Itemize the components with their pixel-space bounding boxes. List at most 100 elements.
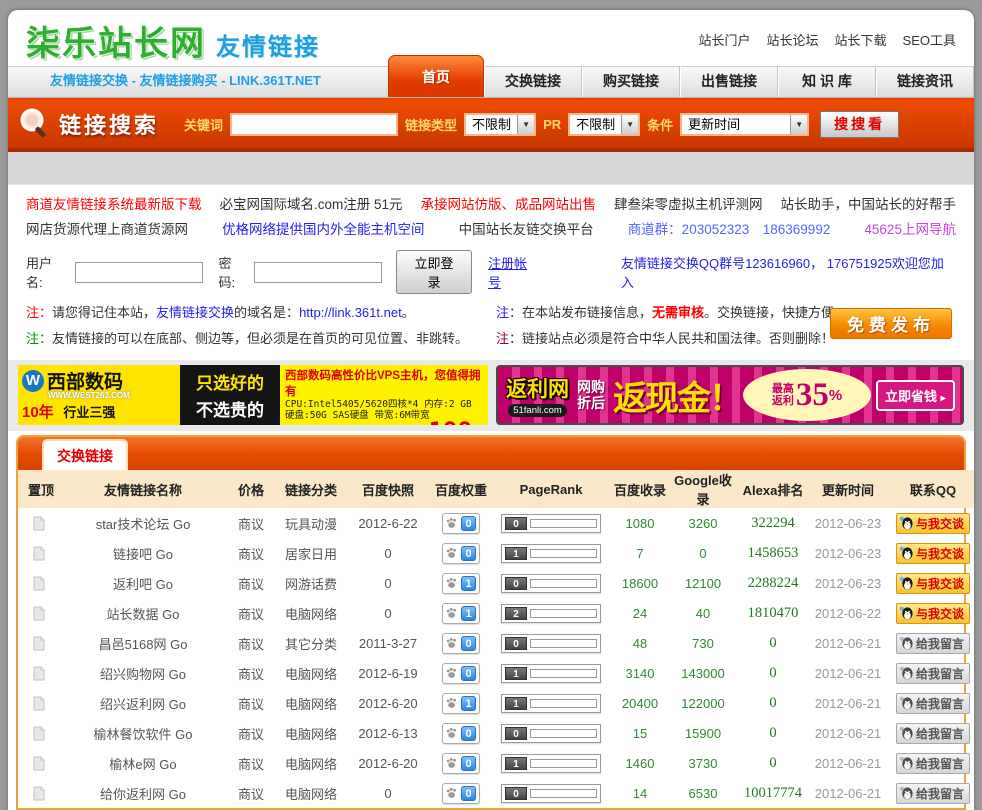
google-index-cell: 143000	[670, 658, 736, 688]
west263-banner-ad[interactable]: W 西部数码 WWW.WEST263.COM 10年 行业三强 只选好的 不选贵…	[18, 365, 488, 425]
qq-contact-button[interactable]: 给我留言	[896, 783, 970, 804]
chevron-down-icon[interactable]: ▼	[790, 115, 807, 134]
nav-tab[interactable]: 首页	[388, 55, 484, 97]
site-link[interactable]: 绍兴购物网 Go	[100, 667, 186, 682]
baidu-weight-badge[interactable]: 0	[442, 633, 480, 654]
baidu-weight-badge[interactable]: 1	[442, 573, 480, 594]
baidu-weight-badge[interactable]: 1	[442, 693, 480, 714]
chevron-down-icon[interactable]: ▼	[621, 115, 638, 134]
notice-link[interactable]: 优格网络提供国内外全能主机空间	[222, 217, 425, 242]
qq-penguin-icon	[899, 576, 914, 591]
baidu-weight-badge[interactable]: 0	[442, 783, 480, 804]
category-cell: 电脑网络	[276, 778, 346, 808]
column-header: 友情链接名称	[60, 470, 226, 508]
site-link[interactable]: 链接吧 Go	[113, 547, 173, 562]
register-link[interactable]: 注册帐号	[488, 253, 540, 291]
pagerank-widget: 0	[501, 514, 601, 533]
note-segment: 。	[402, 305, 415, 320]
username-field[interactable]	[75, 262, 203, 283]
page-icon	[32, 606, 46, 621]
notes-section: 注：请您得记住本站，友情链接交换的域名是：http://link.361t.ne…	[8, 298, 974, 360]
breadcrumb[interactable]: 友情链接交换 - 友情链接购买 - LINK.361T.NET	[8, 70, 321, 97]
site-logo: 柒乐站长网 友情链接	[26, 16, 320, 66]
page-icon	[32, 636, 46, 651]
baidu-weight-badge[interactable]: 0	[442, 513, 480, 534]
topbar-link[interactable]: 站长下载	[835, 30, 887, 49]
topbar-link[interactable]: 站长门户	[698, 30, 750, 49]
snapshot-cell: 0	[346, 538, 430, 568]
search-title: 链接搜索	[59, 108, 159, 140]
pr-select[interactable]: 不限制 ▼	[568, 113, 640, 136]
notice-link[interactable]: 商道群：203052323 186369992	[628, 217, 831, 242]
search-icon	[18, 107, 52, 141]
updated-cell: 2012-06-22	[810, 598, 886, 628]
paw-icon	[446, 667, 458, 679]
condition-label: 条件	[647, 115, 673, 134]
site-link[interactable]: 站长数据 Go	[107, 607, 180, 622]
notice-link[interactable]: 肆叁柒零虚拟主机评测网	[614, 192, 763, 217]
notice-link[interactable]: 承接网站仿版、成品网站出售	[421, 192, 597, 217]
notice-link[interactable]: 站长助手，中国站长的好帮手	[780, 192, 956, 217]
contact-qq-cell: 与我交谈	[886, 598, 974, 628]
qq-contact-button[interactable]: 给我留言	[896, 723, 970, 744]
nav-tab[interactable]: 购买链接	[582, 66, 680, 97]
site-link[interactable]: 给你返利网 Go	[100, 787, 186, 802]
notice-link[interactable]: 必宝网国际域名.com注册 51元	[219, 192, 402, 217]
contact-qq-cell: 给我留言	[886, 658, 974, 688]
nav-tab[interactable]: 知 识 库	[778, 66, 876, 97]
alexa-rank-cell: 10017774	[736, 778, 810, 808]
password-field[interactable]	[254, 262, 382, 283]
nav-tab[interactable]: 交换链接	[484, 66, 582, 97]
fanli-banner-ad[interactable]: 返利网 51fanli.com 网购折后 返现金！ 最高返利 35 % 立即省钱…	[496, 365, 964, 425]
site-link[interactable]: 昌邑5168网 Go	[99, 637, 188, 652]
pagerank-widget: 0	[501, 784, 601, 803]
site-link[interactable]: 绍兴返利网 Go	[100, 697, 186, 712]
login-button[interactable]: 立即登录	[396, 250, 472, 294]
link-type-select[interactable]: 不限制 ▼	[464, 113, 536, 136]
condition-select[interactable]: 更新时间 ▼	[680, 113, 809, 136]
notice-link[interactable]: 45625上网导航	[864, 217, 956, 242]
site-link[interactable]: 榆林餐饮软件 Go	[94, 727, 193, 742]
search-submit-button[interactable]: 搜搜看	[820, 111, 899, 138]
qq-contact-button[interactable]: 给我留言	[896, 693, 970, 714]
weight-value: 0	[461, 666, 476, 681]
pagerank-bar	[530, 609, 597, 618]
baidu-weight-badge[interactable]: 0	[442, 663, 480, 684]
qq-contact-button[interactable]: 与我交谈	[896, 603, 970, 624]
chevron-down-icon[interactable]: ▼	[517, 115, 534, 134]
notice-link[interactable]: 中国站长友链交换平台	[459, 217, 594, 242]
qq-penguin-icon	[899, 546, 914, 561]
notice-link[interactable]: 网店货源代理上商道货源网	[26, 217, 188, 242]
snapshot-cell: 0	[346, 568, 430, 598]
keyword-input[interactable]	[230, 113, 398, 136]
username-label: 用户名:	[26, 253, 69, 291]
qq-contact-button[interactable]: 给我留言	[896, 633, 970, 654]
qq-contact-button[interactable]: 给我留言	[896, 753, 970, 774]
updated-cell: 2012-06-21	[810, 718, 886, 748]
tab-exchange-links[interactable]: 交换链接	[42, 439, 128, 470]
baidu-weight-badge[interactable]: 1	[442, 603, 480, 624]
alexa-rank-cell: 0	[736, 628, 810, 658]
site-link[interactable]: 返利吧 Go	[113, 577, 173, 592]
topbar-link[interactable]: SEO工具	[903, 30, 956, 49]
topbar-link[interactable]: 站长论坛	[767, 30, 819, 49]
site-link[interactable]: star技术论坛 Go	[96, 517, 191, 532]
baidu-weight-badge[interactable]: 0	[442, 723, 480, 744]
qq-group-link[interactable]: 友情链接交换QQ群号123616960， 176751925欢迎您加入	[621, 253, 956, 291]
baidu-weight-badge[interactable]: 0	[442, 543, 480, 564]
column-header: 更新时间	[810, 470, 886, 508]
qq-contact-button[interactable]: 给我留言	[896, 663, 970, 684]
nav-tab[interactable]: 出售链接	[680, 66, 778, 97]
qq-contact-button[interactable]: 与我交谈	[896, 513, 970, 534]
free-post-button[interactable]: 免费发布	[830, 308, 952, 339]
site-link[interactable]: 榆林e网 Go	[109, 757, 176, 772]
fanli-cta-button[interactable]: 立即省钱 ▸	[876, 380, 955, 411]
fanli-bubble: 最高返利 35 %	[743, 369, 871, 421]
table-row: star技术论坛 Go 商议 玩具动漫 2012-6-22 0 0 1080 3…	[18, 508, 974, 538]
qq-contact-button[interactable]: 与我交谈	[896, 573, 970, 594]
nav-tab[interactable]: 链接资讯	[876, 66, 974, 97]
qq-contact-button[interactable]: 与我交谈	[896, 543, 970, 564]
notice-link[interactable]: 商道友情链接系统最新版下载	[26, 192, 202, 217]
baidu-index-cell: 24	[610, 598, 670, 628]
baidu-weight-badge[interactable]: 0	[442, 753, 480, 774]
